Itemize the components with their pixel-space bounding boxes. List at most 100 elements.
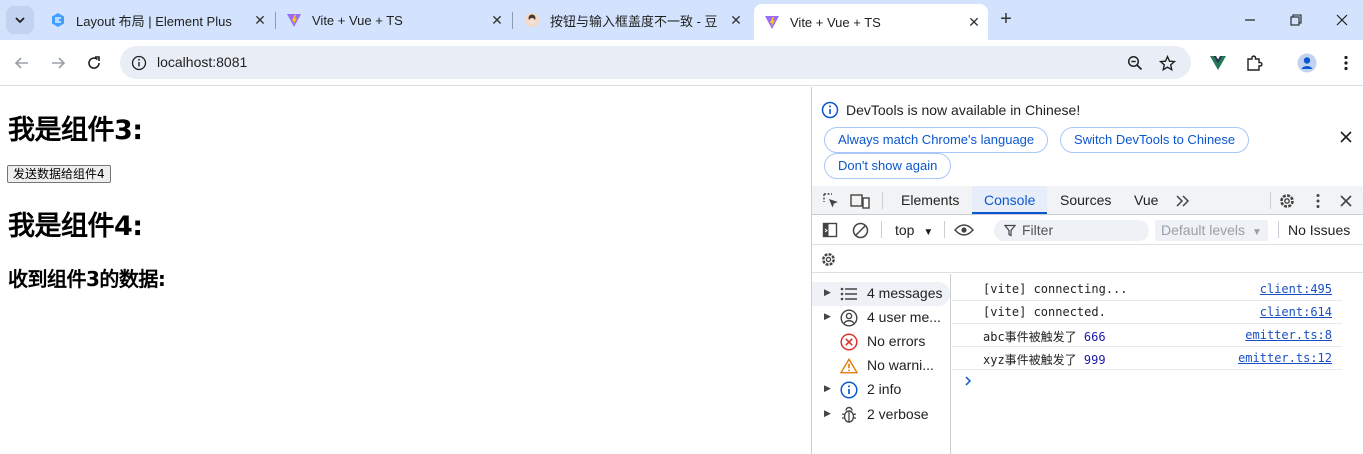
device-toolbar-button[interactable]: [850, 191, 870, 211]
dropdown-caret-icon: ▼: [1251, 227, 1262, 238]
site-info-icon[interactable]: [128, 52, 150, 74]
devtools-menu-button[interactable]: [1308, 191, 1328, 211]
levels-value: Default levels: [1161, 222, 1246, 238]
close-icon: [1340, 131, 1352, 143]
expand-arrow-icon[interactable]: ▶: [824, 383, 831, 394]
close-devtools-button[interactable]: [1336, 191, 1356, 211]
devtools-panel: DevTools is now available in Chinese! Al…: [811, 87, 1363, 454]
info-circle-icon: [131, 55, 147, 71]
star-icon: [1158, 54, 1176, 71]
extensions-button[interactable]: [1241, 50, 1267, 76]
element-plus-icon: [52, 13, 64, 27]
list-icon: [840, 285, 858, 303]
minimize-button[interactable]: [1227, 0, 1273, 40]
log-levels-select[interactable]: Default levels ▼: [1155, 220, 1268, 241]
more-tabs-button[interactable]: [1173, 191, 1193, 211]
browser-tab-doubao[interactable]: 按钮与输入框盖度不一致 - 豆包 ✕: [514, 5, 750, 35]
close-icon: [1340, 195, 1352, 207]
component4-title: 我是组件4:: [8, 211, 143, 242]
received-data-label: 收到组件3的数据:: [8, 267, 166, 291]
restore-button[interactable]: [1273, 0, 1319, 40]
sidebar-item-verbose[interactable]: ▶ 2 verbose: [812, 403, 950, 427]
tab-search-button[interactable]: [6, 6, 34, 34]
device-icon: [850, 194, 870, 209]
component3-title: 我是组件3:: [8, 115, 143, 146]
message-source-link[interactable]: client:614: [1260, 305, 1332, 319]
zoom-button[interactable]: [1124, 52, 1146, 74]
user-icon: [840, 309, 858, 327]
sidebar-item-messages[interactable]: ▶ 4 messages: [812, 282, 950, 306]
message-source-link[interactable]: client:495: [1260, 282, 1332, 296]
message-body: abc事件被触发了: [983, 330, 1077, 344]
sidebar-item-user-messages[interactable]: ▶ 4 user me...: [812, 306, 950, 330]
clear-console-button[interactable]: [850, 220, 870, 240]
send-to-component4-button[interactable]: 发送数据给组件4: [7, 165, 111, 183]
expand-arrow-icon[interactable]: ▶: [824, 408, 831, 419]
console-prompt-input[interactable]: [964, 375, 972, 391]
console-message: [vite] connecting... client:495: [952, 278, 1342, 301]
tab-sources[interactable]: Sources: [1060, 186, 1111, 214]
expand-arrow-icon[interactable]: ▶: [824, 311, 831, 322]
toolbar-divider: [944, 221, 945, 238]
gear-icon: [1280, 194, 1294, 208]
console-filter-input[interactable]: Filter: [994, 220, 1149, 241]
sidebar-item-label: 4 messages: [867, 285, 943, 301]
back-button[interactable]: [7, 48, 37, 78]
vue-devtools-extension[interactable]: [1205, 50, 1231, 76]
browser-tab-vite-active[interactable]: Vite + Vue + TS ✕: [754, 4, 988, 40]
switch-to-chinese-button[interactable]: Switch DevTools to Chinese: [1060, 127, 1250, 153]
execution-context-select[interactable]: top ▼: [895, 222, 933, 238]
vite-icon: [287, 14, 301, 27]
browser-menu-button[interactable]: [1333, 50, 1359, 76]
reload-icon: [88, 56, 100, 69]
more-vertical-icon: [1344, 55, 1348, 71]
sidebar-item-warnings[interactable]: No warni...: [812, 354, 950, 378]
profile-button[interactable]: [1294, 50, 1320, 76]
zoom-out-icon: [1127, 55, 1143, 71]
message-number: 666: [1083, 330, 1106, 344]
url-text: localhost:8081: [157, 54, 248, 70]
browser-tab-vite-1[interactable]: Vite + Vue + TS ✕: [276, 5, 511, 35]
dropdown-caret-icon: ▼: [923, 227, 934, 238]
console-sidebar: ▶ 4 messages ▶ 4 user me... No errors No…: [812, 274, 951, 454]
context-value: top: [895, 222, 915, 238]
sidebar-item-errors[interactable]: No errors: [812, 330, 950, 354]
banner-close-button[interactable]: [1337, 128, 1355, 146]
tab-close-icon[interactable]: ✕: [966, 14, 982, 30]
inspect-element-button[interactable]: [821, 191, 841, 211]
chevron-right-icon: [965, 376, 972, 386]
tab-vue[interactable]: Vue: [1134, 186, 1158, 214]
tab-close-icon[interactable]: ✕: [252, 12, 268, 28]
close-window-button[interactable]: [1319, 0, 1363, 40]
message-text: [vite] connecting...: [983, 282, 1128, 296]
message-source-link[interactable]: emitter.ts:12: [1238, 351, 1332, 365]
message-source-link[interactable]: emitter.ts:8: [1245, 328, 1332, 342]
arrow-right-icon: [52, 57, 66, 69]
tab-console[interactable]: Console: [972, 186, 1048, 214]
tab-close-icon[interactable]: ✕: [728, 12, 744, 28]
devtools-settings-button[interactable]: [1277, 191, 1297, 211]
sidebar-item-info[interactable]: ▶ 2 info: [812, 378, 950, 402]
new-tab-button[interactable]: +: [995, 9, 1017, 31]
live-expression-button[interactable]: [953, 220, 975, 240]
toolbar-divider: [1278, 221, 1279, 238]
toggle-sidebar-button[interactable]: [820, 220, 840, 240]
address-bar[interactable]: localhost:8081: [120, 46, 1191, 79]
tab-title: Vite + Vue + TS: [312, 12, 403, 28]
toolbar-divider: [1270, 192, 1271, 209]
console-message: xyz事件被触发了 999 emitter.ts:12: [952, 347, 1342, 370]
gear-icon: [821, 252, 835, 266]
bookmark-button[interactable]: [1156, 52, 1178, 74]
issues-counter[interactable]: No Issues: [1288, 222, 1350, 238]
console-settings-button[interactable]: [818, 249, 838, 269]
tab-close-icon[interactable]: ✕: [489, 12, 505, 28]
dont-show-again-button[interactable]: Don't show again: [824, 153, 952, 179]
tab-elements[interactable]: Elements: [901, 186, 959, 214]
forward-button[interactable]: [43, 48, 73, 78]
vue-icon: [1210, 56, 1226, 70]
always-match-language-button[interactable]: Always match Chrome's language: [824, 127, 1049, 153]
tab-divider: [512, 12, 513, 29]
expand-arrow-icon[interactable]: ▶: [824, 287, 831, 298]
browser-tab-element-plus[interactable]: Layout 布局 | Element Plus ✕: [40, 5, 274, 35]
reload-button[interactable]: [79, 48, 109, 78]
